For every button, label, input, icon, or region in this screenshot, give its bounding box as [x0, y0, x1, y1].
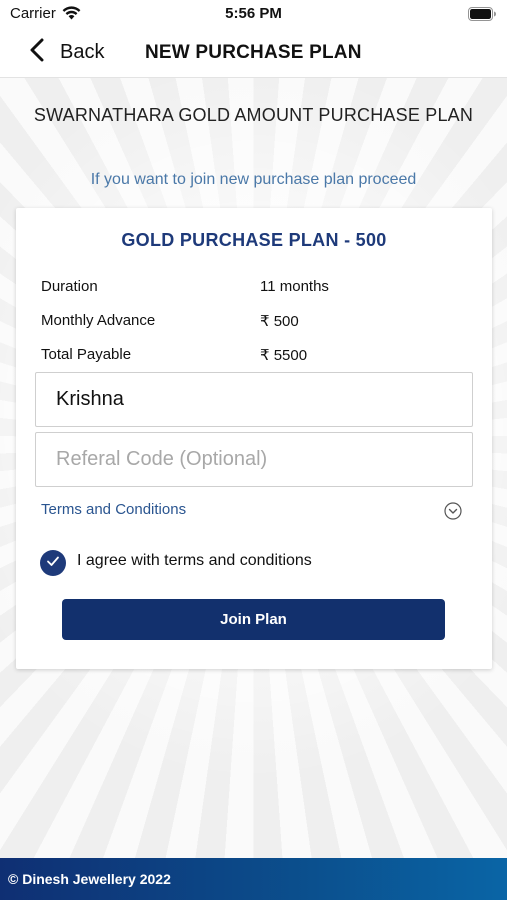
plan-scheme-heading: SWARNATHARA GOLD AMOUNT PURCHASE PLAN	[33, 105, 474, 125]
terms-and-conditions-link[interactable]: Terms and Conditions	[41, 501, 186, 518]
detail-label: Monthly Advance	[41, 312, 156, 329]
referral-code-field[interactable]	[35, 432, 473, 487]
chevron-down-circle-icon[interactable]	[444, 502, 462, 525]
proceed-instruction: If you want to join new purchase plan pr…	[90, 171, 417, 188]
back-label: Back	[60, 40, 105, 63]
chevron-left-icon	[30, 38, 44, 67]
plan-title: GOLD PURCHASE PLAN - 500	[121, 230, 387, 250]
status-bar: Carrier 5:56 PM	[0, 0, 507, 28]
agree-checkbox[interactable]	[40, 550, 66, 576]
back-button[interactable]: Back	[30, 36, 104, 68]
detail-value: ₹ 5500	[260, 347, 308, 364]
checkmark-icon	[46, 554, 60, 572]
detail-label: Duration	[41, 278, 98, 295]
agree-label: I agree with terms and conditions	[77, 552, 312, 569]
status-time: 5:56 PM	[225, 5, 282, 22]
detail-label: Total Payable	[41, 346, 132, 363]
footer: © Dinesh Jewellery 2022	[0, 858, 507, 900]
page-title: NEW PURCHASE PLAN	[145, 42, 362, 63]
navigation-bar: Back NEW PURCHASE PLAN	[0, 28, 507, 78]
join-plan-button[interactable]: Join Plan	[62, 599, 445, 640]
detail-value: 11 months	[260, 278, 329, 295]
name-field[interactable]	[35, 372, 473, 427]
copyright-text: © Dinesh Jewellery 2022	[8, 871, 171, 887]
battery-icon	[468, 7, 497, 26]
detail-value: ₹ 500	[260, 313, 299, 330]
plan-card: GOLD PURCHASE PLAN - 500 Duration 11 mon…	[16, 208, 492, 669]
